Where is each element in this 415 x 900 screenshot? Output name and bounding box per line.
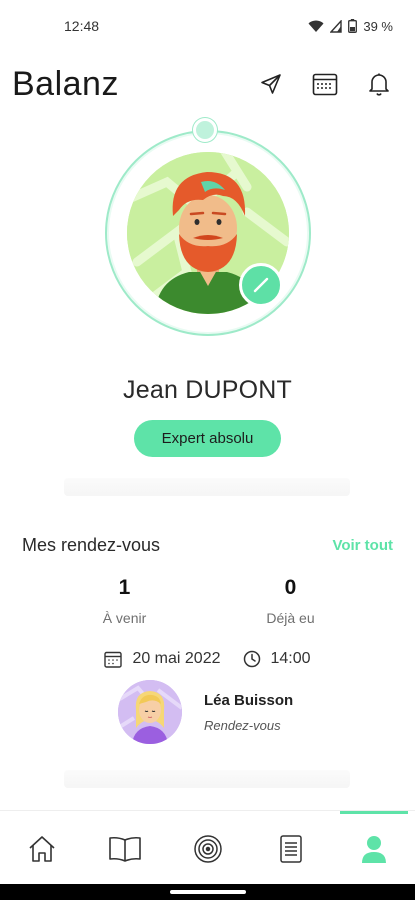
send-icon xyxy=(261,74,281,94)
coach-name: Léa Buisson xyxy=(204,691,294,709)
avatar-progress-ring xyxy=(104,118,311,336)
target-icon xyxy=(193,834,222,863)
system-gesture-bar xyxy=(0,884,415,900)
signal-icon xyxy=(330,19,343,33)
nav-goals[interactable] xyxy=(178,819,238,879)
home-icon xyxy=(28,835,55,862)
status-bar: 12:48 39 % xyxy=(0,0,415,52)
coach-avatar xyxy=(118,680,182,744)
appointments-title: Mes rendez-vous xyxy=(22,534,161,555)
section-divider xyxy=(64,770,350,788)
appointment-time-text: 14:00 xyxy=(270,650,311,667)
calendar-icon xyxy=(104,651,123,668)
coach-info: Léa Buisson Rendez-vous xyxy=(204,692,293,733)
upcoming-label: À venir xyxy=(102,610,147,626)
upcoming-counter: 1 À venir xyxy=(42,576,208,626)
notifications-button[interactable] xyxy=(365,70,393,98)
profile-section: Jean DUPONT Expert absolu xyxy=(0,118,415,457)
section-divider xyxy=(64,478,350,496)
book-icon xyxy=(108,836,141,862)
clock-icon xyxy=(243,650,260,668)
battery-level: 39 % xyxy=(363,18,393,34)
home-gesture-pill[interactable] xyxy=(170,890,246,894)
past-counter: 0 Déjà eu xyxy=(208,576,374,626)
wifi-icon xyxy=(308,20,324,32)
past-label: Déjà eu xyxy=(266,610,315,626)
bell-icon xyxy=(369,73,389,96)
edit-avatar-button[interactable] xyxy=(238,263,283,307)
past-count: 0 xyxy=(284,576,297,599)
progress-knob xyxy=(192,118,217,142)
upcoming-count: 1 xyxy=(118,576,131,599)
bottom-navigation xyxy=(0,810,415,886)
appointment-counters: 1 À venir 0 Déjà eu xyxy=(0,576,415,626)
app-header: Balanz xyxy=(0,58,415,110)
appointment-date-text: 20 mai 2022 xyxy=(132,650,221,667)
appointment-date: 20 mai 2022 xyxy=(104,650,221,668)
calendar-icon xyxy=(312,73,338,96)
appointment-type: Rendez-vous xyxy=(204,717,281,733)
next-appointment-meta: 20 mai 2022 14:00 xyxy=(0,650,415,668)
pencil-icon xyxy=(253,277,268,293)
user-name: Jean DUPONT xyxy=(123,376,292,404)
status-icons: 39 % xyxy=(308,19,393,34)
battery-icon xyxy=(348,19,358,33)
calendar-button[interactable] xyxy=(311,70,339,98)
appointment-card[interactable]: Léa Buisson Rendez-vous xyxy=(0,680,415,744)
nav-home[interactable] xyxy=(12,819,72,879)
profile-icon xyxy=(361,835,386,863)
status-time: 12:48 xyxy=(64,18,100,34)
nav-profile[interactable] xyxy=(339,810,408,879)
app-title: Balanz xyxy=(12,64,119,103)
header-actions xyxy=(257,70,401,98)
send-button[interactable] xyxy=(257,70,285,98)
document-icon xyxy=(279,834,302,863)
level-badge: Expert absolu xyxy=(133,420,282,457)
nav-journal[interactable] xyxy=(261,819,321,879)
nav-library[interactable] xyxy=(95,819,155,879)
appointment-time: 14:00 xyxy=(243,650,311,668)
appointments-header: Mes rendez-vous Voir tout xyxy=(0,530,415,560)
appointments-section: Mes rendez-vous Voir tout 1 À venir 0 Dé… xyxy=(0,530,415,744)
see-all-link[interactable]: Voir tout xyxy=(332,537,393,554)
